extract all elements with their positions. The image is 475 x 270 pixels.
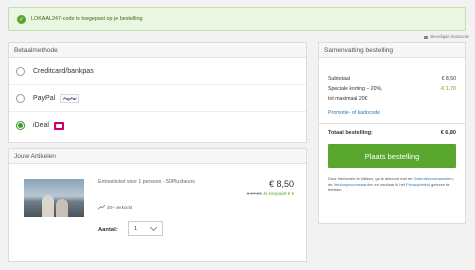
discount-value: -€ 1,70 <box>439 86 456 92</box>
quantity-label: Aantal: <box>98 227 118 233</box>
radio-paypal[interactable] <box>16 93 25 103</box>
your-items-panel: Jouw Artikelen Entreeticket voor 1 perso… <box>8 148 307 262</box>
total-value: € 6,80 <box>440 130 456 136</box>
product-old-price: € 17,00 Je bespaart € 9 <box>247 191 294 196</box>
terms-prefix: Door hierboven te klikken, ga ik akkoord… <box>328 176 413 181</box>
subtotal-row: Subtotaal € 8,50 <box>328 76 456 82</box>
payment-option-ideal[interactable]: iDeal <box>9 112 306 139</box>
subtotal-label: Subtotaal <box>328 76 350 82</box>
discount-note: tot maximaal 20€ <box>328 96 368 102</box>
lock-icon <box>424 35 429 39</box>
payment-option-paypal[interactable]: PayPal PayPal <box>9 85 306 112</box>
promo-applied-alert: ✓ LOKAAL247-code is toegepast op je best… <box>8 7 466 31</box>
sold-count: 20+ verkocht <box>98 205 132 210</box>
check-icon: ✓ <box>17 14 26 24</box>
payment-option-label: Creditcard/bankpas <box>33 67 94 75</box>
quantity-value: 1 <box>134 225 138 232</box>
discount-row: Speciale korting – 20%, -€ 1,70 <box>328 86 456 92</box>
discount-label: Speciale korting – 20%, <box>328 86 383 92</box>
alert-message: LOKAAL247-code is toegepast op je bestel… <box>31 16 143 22</box>
chevron-down-icon <box>149 223 158 232</box>
payment-option-creditcard[interactable]: Creditcard/bankpas <box>9 58 306 85</box>
sales-terms-link[interactable]: Verkoopsvoorwaarden <box>334 182 374 187</box>
place-order-button[interactable]: Plaats bestelling <box>328 144 456 168</box>
order-summary-title: Samenvatting bestelling <box>319 43 465 58</box>
order-summary-panel: Samenvatting bestelling Subtotaal € 8,50… <box>318 42 466 224</box>
trending-up-icon <box>98 205 105 210</box>
your-items-title: Jouw Artikelen <box>9 149 306 164</box>
product-price: € 8,50 <box>268 179 294 189</box>
checkout-page: ✓ LOKAAL247-code is toegepast op je best… <box>0 0 475 270</box>
paypal-logo-icon: PayPal <box>60 93 80 103</box>
total-row: Totaal bestelling: € 6,80 <box>328 130 456 136</box>
secure-transaction-label: Beveiligde transactie <box>424 34 469 39</box>
payment-method-panel: Betaalmethode Creditcard/bankpas PayPal … <box>8 42 307 143</box>
sold-text: 20+ verkocht <box>107 205 133 210</box>
terms-of-use-link[interactable]: Gebruiksvoorwaarden <box>414 176 453 181</box>
payment-option-label: PayPal <box>33 94 56 102</box>
payment-method-title: Betaalmethode <box>9 43 306 58</box>
quantity-select[interactable]: 1 <box>128 221 163 236</box>
old-price: € 17,00 <box>246 191 262 196</box>
product-name[interactable]: Entreeticket voor 1 persoon - 50Plusbeur… <box>98 179 203 186</box>
secure-text: Beveiligde transactie <box>430 34 469 39</box>
ideal-logo-icon <box>53 121 64 130</box>
subtotal-value: € 8,50 <box>441 76 456 82</box>
summary-divider <box>319 123 465 124</box>
radio-ideal[interactable] <box>16 121 25 130</box>
promo-code-link[interactable]: Promotie- of kadocode <box>328 110 456 116</box>
terms-and: en verklaar ik het <box>374 181 405 187</box>
privacy-policy-link[interactable]: Privacybeleid <box>406 182 430 187</box>
payment-option-label: iDeal <box>33 122 49 129</box>
terms-text: Door hierboven te klikken, ga ik akkoord… <box>328 176 456 193</box>
radio-creditcard[interactable] <box>16 66 25 76</box>
product-image <box>24 179 84 217</box>
total-label: Totaal bestelling: <box>328 130 373 136</box>
savings-text: Je bespaart € 9 <box>262 191 294 196</box>
